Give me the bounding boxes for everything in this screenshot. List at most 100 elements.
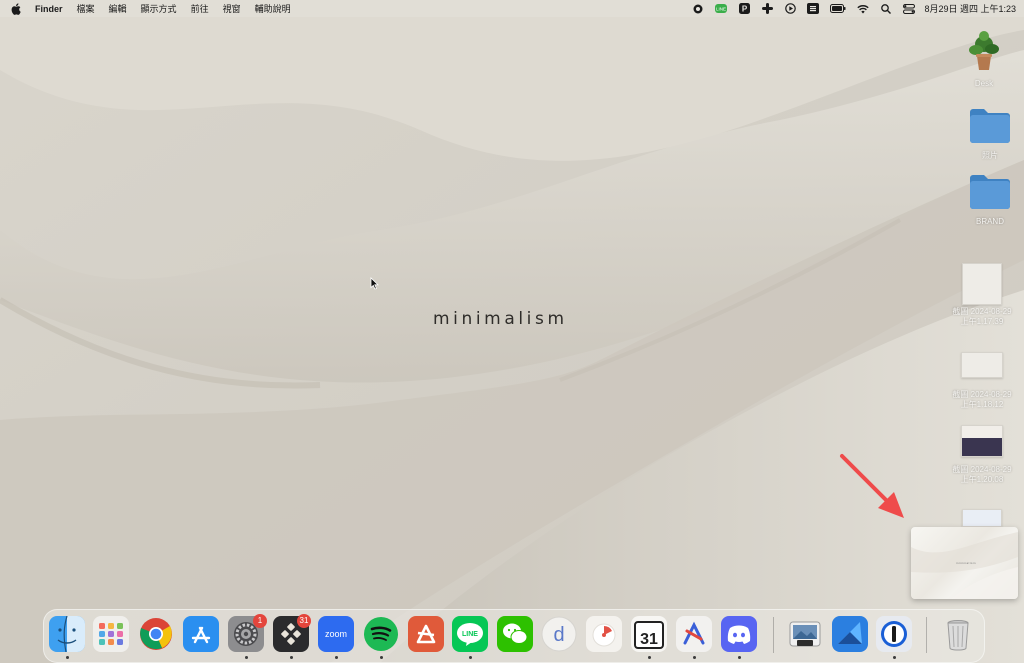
dock-app-app-store[interactable] [183,616,219,652]
desktop-folder-brand[interactable]: BRAND [950,172,1024,227]
running-indicator [648,656,651,659]
running-indicator [335,656,338,659]
preview-app-icon [789,621,821,647]
spotify-icon [364,617,398,651]
line-status-icon[interactable]: LINE [715,3,728,15]
dock-app-finder[interactable] [49,616,85,652]
dayone-label: d [553,624,564,646]
dock-app-line[interactable]: LINE [452,616,488,652]
screenshot-thumbnail [962,263,1002,305]
running-indicator [66,656,69,659]
menu-window[interactable]: 視窗 [223,2,241,15]
chrome-icon [140,618,172,650]
wifi-icon[interactable] [857,3,870,15]
menu-edit[interactable]: 編輯 [109,2,127,15]
dock-app-trash[interactable] [940,616,976,652]
dayone-icon: d [541,616,577,652]
svg-text:LINE: LINE [716,7,726,12]
desktop-item-sublabel: 上午1.18.12 [960,400,1004,409]
folder-icon [970,175,1010,209]
running-indicator [693,656,696,659]
p-app-icon[interactable]: P [738,3,750,15]
running-indicator [738,656,741,659]
desktop-item-sublabel: 上午1.20.08 [960,475,1004,484]
cleanshot-icon [832,616,868,652]
desktop-item-label: 截圖 2024-08-29 [952,465,1012,474]
desktop-screenshot-2[interactable]: 截圖 2024-08-29 上午1.18.12 [942,352,1022,410]
desktop-item-sublabel: 上午1.17.39 [960,317,1004,326]
calendar-label: 31 [640,631,658,648]
dock-app-1password[interactable] [876,616,912,652]
dock-app-wechat[interactable] [497,616,533,652]
screenshot-thumbnail [961,352,1003,378]
slack-icon[interactable] [761,3,773,15]
spotlight-search-icon[interactable] [880,3,892,15]
menu-file[interactable]: 檔案 [77,2,95,15]
menu-app-icon[interactable] [807,3,820,15]
folder-icon [970,109,1010,143]
dock-app-craft[interactable] [676,616,712,652]
battery-icon[interactable] [830,3,846,15]
desktop-folder-photos[interactable]: 照片 [950,106,1024,161]
desktop-item-label: 截圖 2024-08-29 [952,307,1012,316]
apple-menu-icon[interactable] [11,2,22,15]
zoom-icon: zoom [318,616,354,652]
plant-image-icon [969,31,999,70]
menu-help[interactable]: 輔助說明 [255,2,291,15]
dock-app-launchpad[interactable] [93,616,129,652]
screen-record-icon[interactable] [692,3,704,15]
dock-app-cleanshot[interactable] [832,616,868,652]
dock-separator [773,617,774,653]
red-arrow-annotation-icon [840,454,904,518]
line-icon: LINE [452,616,488,652]
preview-text: minimalism [956,561,976,565]
dock-app-chrome[interactable] [138,616,174,652]
dock-app-affinity[interactable] [408,616,444,652]
line-label: LINE [462,631,478,638]
running-indicator [893,656,896,659]
wechat-icon [497,616,533,652]
mouse-cursor-icon [370,277,379,290]
desktop-item-label: 照片 [982,151,998,160]
dock-separator [926,617,927,653]
running-indicator [469,656,472,659]
screenshot-thumbnail [961,425,1003,457]
dock-app-fantastical[interactable] [586,616,622,652]
screenshot-floating-preview[interactable]: minimalism [911,527,1018,599]
notification-badge: 31 [297,614,311,628]
menu-bar-clock[interactable]: 8月29日 週四 上午1:23 [924,2,1016,15]
1password-icon [876,616,912,652]
notification-badge: 1 [253,614,267,628]
desktop-item-label: 截圖 2024-08-29 [952,390,1012,399]
zoom-label: zoom [325,629,347,639]
desktop-screenshot-3[interactable]: 截圖 2024-08-29 上午1.20.08 [942,425,1022,485]
craft-icon [676,616,712,652]
desktop-item-label: Desk [974,79,994,88]
dock-app-dayone[interactable]: d [541,616,577,652]
control-center-icon[interactable] [903,3,916,15]
dock-app-zoom[interactable]: zoom [318,616,354,652]
fantastical-icon [586,616,622,652]
desktop-screenshot-1[interactable]: 截圖 2024-08-29 上午1.17.39 [942,263,1022,327]
desktop-item-label: BRAND [975,217,1004,226]
wallpaper-text: minimalism [433,309,568,329]
finder-icon [49,616,85,652]
menu-view[interactable]: 顯示方式 [141,2,177,15]
svg-text:P: P [742,5,748,14]
desktop-wallpaper [0,0,1024,663]
menu-finder[interactable]: Finder [35,4,63,14]
play-circle-icon[interactable] [784,3,796,15]
trash-icon [947,620,969,651]
affinity-icon [408,616,444,652]
discord-icon [721,616,757,652]
dock-app-discord[interactable] [721,616,757,652]
menu-go[interactable]: 前往 [191,2,209,15]
running-indicator [245,656,248,659]
dock-app-spotify[interactable] [363,616,399,652]
desktop-item-desk[interactable]: Desk [944,28,1024,89]
running-indicator [290,656,293,659]
desktop-screenshot-4-thumbnail[interactable] [962,509,1002,527]
dock-app-calendar[interactable]: 31 [631,616,667,652]
dock-app-preview[interactable] [787,616,823,652]
app-store-icon [183,616,219,652]
